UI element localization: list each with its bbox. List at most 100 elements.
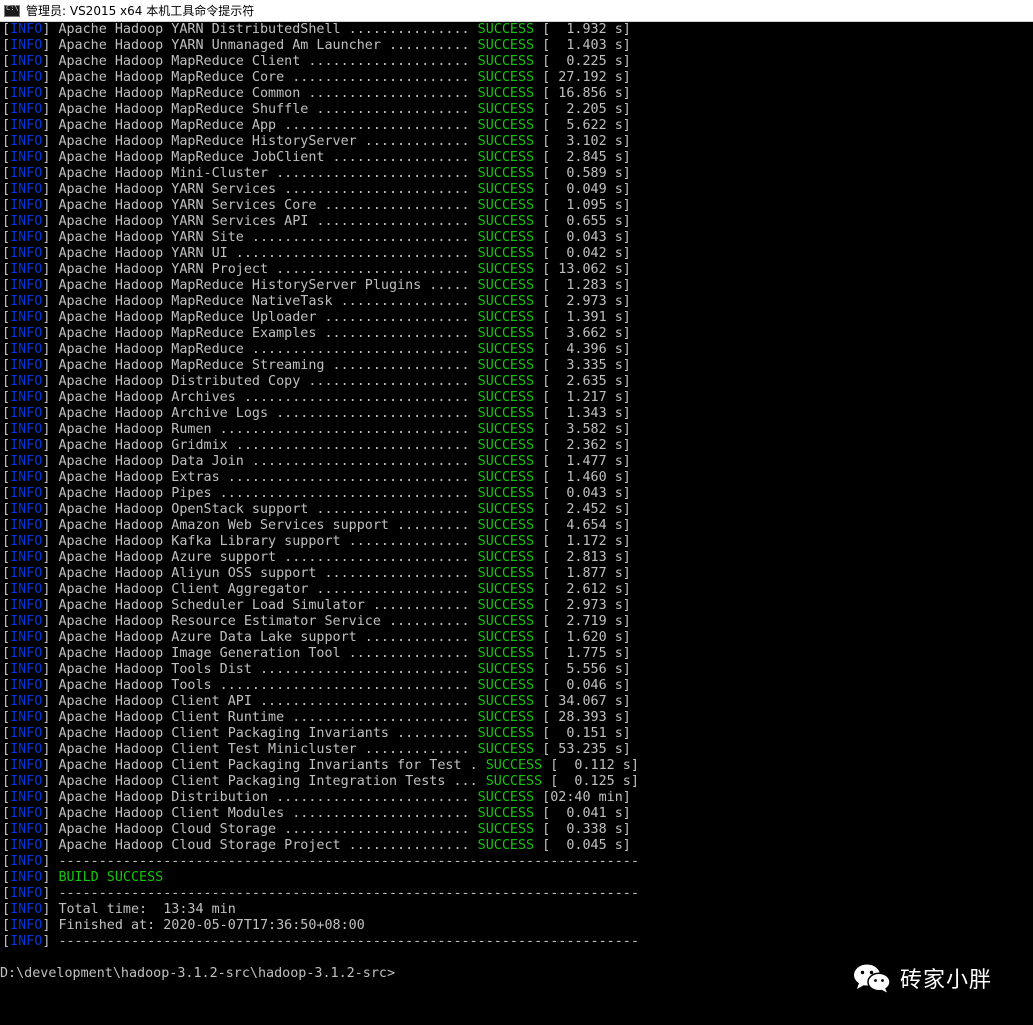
- info-tag-close: ]: [42, 566, 59, 581]
- module-status: SUCCESS: [477, 182, 535, 197]
- info-tag-open: [: [2, 102, 11, 117]
- module-time: [ 5.622 s]: [542, 118, 631, 133]
- info-tag: INFO: [10, 614, 43, 629]
- console-line-module: [INFO] Apache Hadoop Distribution ......…: [0, 790, 1033, 806]
- info-tag: INFO: [10, 502, 43, 517]
- module-time: [ 1.391 s]: [542, 310, 631, 325]
- module-time: [ 0.655 s]: [542, 214, 631, 229]
- info-tag-open: [: [2, 294, 11, 309]
- console-line-module: [INFO] Apache Hadoop YARN Services API .…: [0, 214, 1033, 230]
- info-tag-open: [: [2, 758, 11, 773]
- module-status: SUCCESS: [477, 278, 535, 293]
- module-status: SUCCESS: [477, 150, 535, 165]
- console-line-separator: [INFO] ---------------------------------…: [2, 854, 639, 869]
- module-time: [ 1.460 s]: [542, 470, 631, 485]
- module-status: SUCCESS: [477, 502, 535, 517]
- module-name: Apache Hadoop Client Packaging Invariant…: [58, 758, 478, 773]
- console-line-module: [INFO] Apache Hadoop Extras ............…: [0, 470, 1033, 486]
- console-line-module: [INFO] Apache Hadoop MapReduce Examples …: [0, 326, 1033, 342]
- info-tag: INFO: [10, 70, 43, 85]
- info-tag: INFO: [10, 646, 43, 661]
- info-tag: INFO: [10, 182, 43, 197]
- info-tag-open: [: [2, 710, 11, 725]
- module-time: [ 2.813 s]: [542, 550, 631, 565]
- console-line-module: [INFO] Apache Hadoop YARN Site .........…: [0, 230, 1033, 246]
- info-tag: INFO: [10, 758, 43, 773]
- module-status: SUCCESS: [477, 838, 535, 853]
- console-line-module: [INFO] Apache Hadoop MapReduce .........…: [0, 342, 1033, 358]
- module-time: [ 0.046 s]: [542, 678, 631, 693]
- info-tag: INFO: [10, 582, 43, 597]
- module-time: [ 3.582 s]: [542, 422, 631, 437]
- info-tag-open: [: [2, 182, 11, 197]
- info-tag-close: ]: [42, 454, 59, 469]
- console-line-module: [INFO] Apache Hadoop OpenStack support .…: [0, 502, 1033, 518]
- console-output[interactable]: [INFO] Apache Hadoop YARN DistributedShe…: [0, 22, 1033, 1025]
- module-time: [02:40 min]: [542, 790, 631, 805]
- console-line-module: [INFO] Apache Hadoop Client API ........…: [0, 694, 1033, 710]
- console-line-module: [INFO] Apache Hadoop Image Generation To…: [0, 646, 1033, 662]
- info-tag-open: [: [2, 598, 11, 613]
- info-tag: INFO: [10, 422, 43, 437]
- module-time: [ 16.856 s]: [542, 86, 631, 101]
- module-name: Apache Hadoop MapReduce Streaming ......…: [58, 358, 470, 373]
- console-line-module: [INFO] Apache Hadoop Client Runtime ....…: [0, 710, 1033, 726]
- info-tag-open: [: [2, 646, 11, 661]
- module-time: [ 1.217 s]: [542, 390, 631, 405]
- module-name: Apache Hadoop OpenStack support ........…: [58, 502, 470, 517]
- module-status: SUCCESS: [477, 470, 535, 485]
- console-line-module: [INFO] Apache Hadoop MapReduce Client ..…: [0, 54, 1033, 70]
- info-tag-close: ]: [42, 742, 59, 757]
- module-status: SUCCESS: [477, 358, 535, 373]
- module-time: [ 0.125 s]: [550, 774, 639, 789]
- info-tag-open: [: [2, 230, 11, 245]
- module-time: [ 1.877 s]: [542, 566, 631, 581]
- module-status: SUCCESS: [477, 22, 535, 37]
- console-line-module: [INFO] Apache Hadoop MapReduce NativeTas…: [0, 294, 1033, 310]
- module-status: SUCCESS: [477, 118, 535, 133]
- info-tag-open: [: [2, 614, 11, 629]
- module-status: SUCCESS: [477, 166, 535, 181]
- module-name: Apache Hadoop Client Packaging Integrati…: [58, 774, 478, 789]
- info-tag-open: [: [2, 214, 11, 229]
- module-name: Apache Hadoop YARN Site ................…: [58, 230, 470, 245]
- module-name: Apache Hadoop Kafka Library support ....…: [58, 534, 470, 549]
- console-line-module: [INFO] Apache Hadoop Client Packaging In…: [0, 774, 1033, 790]
- info-tag: INFO: [10, 774, 43, 789]
- info-tag-close: ]: [42, 358, 59, 373]
- module-name: Apache Hadoop Amazon Web Services suppor…: [58, 518, 470, 533]
- module-status: SUCCESS: [477, 134, 535, 149]
- module-status: SUCCESS: [477, 534, 535, 549]
- module-status: SUCCESS: [477, 806, 535, 821]
- info-tag-open: [: [2, 454, 11, 469]
- console-line-module: [INFO] Apache Hadoop Data Join .........…: [0, 454, 1033, 470]
- module-time: [ 3.335 s]: [542, 358, 631, 373]
- prompt-path: D:\development\hadoop-3.1.2-src\hadoop-3…: [0, 966, 396, 981]
- title-bar[interactable]: 管理员: VS2015 x64 本机工具命令提示符: [0, 0, 1033, 22]
- console-line-module: [INFO] Apache Hadoop YARN Services .....…: [0, 182, 1033, 198]
- module-name: Apache Hadoop Archives .................…: [58, 390, 470, 405]
- module-time: [ 2.635 s]: [542, 374, 631, 389]
- module-time: [ 1.620 s]: [542, 630, 631, 645]
- module-name: Apache Hadoop Gridmix ..................…: [58, 438, 470, 453]
- module-status: SUCCESS: [477, 630, 535, 645]
- info-tag: INFO: [10, 662, 43, 677]
- info-tag: INFO: [10, 230, 43, 245]
- info-tag: INFO: [10, 726, 43, 741]
- info-tag-open: [: [2, 422, 11, 437]
- info-tag: INFO: [10, 246, 43, 261]
- console-line-module: [INFO] Apache Hadoop Rumen .............…: [0, 422, 1033, 438]
- info-tag: INFO: [10, 22, 43, 37]
- info-tag: INFO: [10, 822, 43, 837]
- info-tag-close: ]: [42, 806, 59, 821]
- module-name: Apache Hadoop YARN Services Core .......…: [58, 198, 470, 213]
- info-tag-open: [: [2, 278, 11, 293]
- watermark-text: 砖家小胖: [900, 968, 993, 993]
- info-tag-close: ]: [42, 230, 59, 245]
- module-name: Apache Hadoop Mini-Cluster .............…: [58, 166, 470, 181]
- module-status: SUCCESS: [477, 86, 535, 101]
- console-line-module: [INFO] Apache Hadoop Client Test Miniclu…: [0, 742, 1033, 758]
- console-line-build-result: [INFO] BUILD SUCCESS: [2, 870, 164, 885]
- info-tag: INFO: [10, 438, 43, 453]
- info-tag-open: [: [2, 358, 11, 373]
